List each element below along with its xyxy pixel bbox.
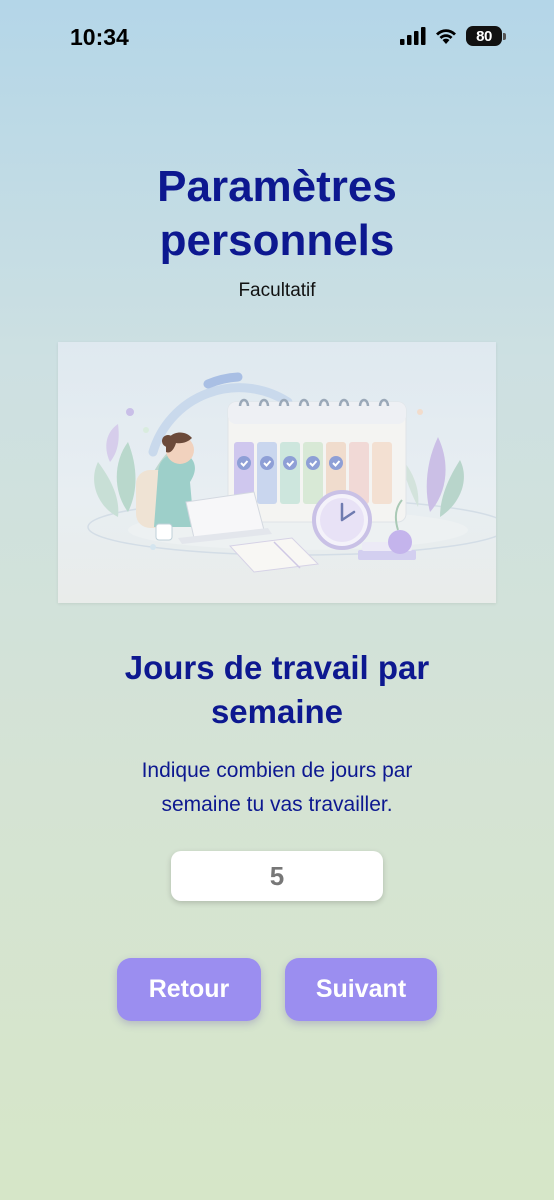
- section-title: Jours de travail par semaine: [0, 646, 554, 734]
- status-icons: 80: [400, 26, 506, 46]
- battery-icon: 80: [466, 26, 502, 46]
- page-title: Paramètres personnels: [0, 160, 554, 268]
- page-subtitle: Facultatif: [238, 280, 316, 301]
- work-days-input[interactable]: [171, 851, 383, 901]
- signal-icon: [400, 27, 426, 45]
- page-title-line1: Paramètres: [157, 162, 397, 211]
- section-title-line2: semaine: [210, 693, 344, 730]
- section-title-line1: Jours de travail par: [124, 649, 430, 686]
- status-bar: 10:34 80: [0, 0, 554, 76]
- status-time: 10:34: [70, 24, 129, 50]
- section-description: Indique combien de jours par semaine tu …: [0, 754, 554, 822]
- back-button[interactable]: Retour: [117, 958, 261, 1021]
- battery-cap: [503, 32, 506, 40]
- next-button[interactable]: Suivant: [285, 958, 437, 1021]
- section-description-line1: Indique combien de jours par: [141, 759, 413, 782]
- page-title-line2: personnels: [159, 216, 395, 265]
- calendar-workspace-illustration: [58, 342, 509, 603]
- wifi-icon: [436, 29, 456, 44]
- section-description-line2: semaine tu vas travailler.: [161, 793, 393, 816]
- illustration-art: [87, 372, 509, 573]
